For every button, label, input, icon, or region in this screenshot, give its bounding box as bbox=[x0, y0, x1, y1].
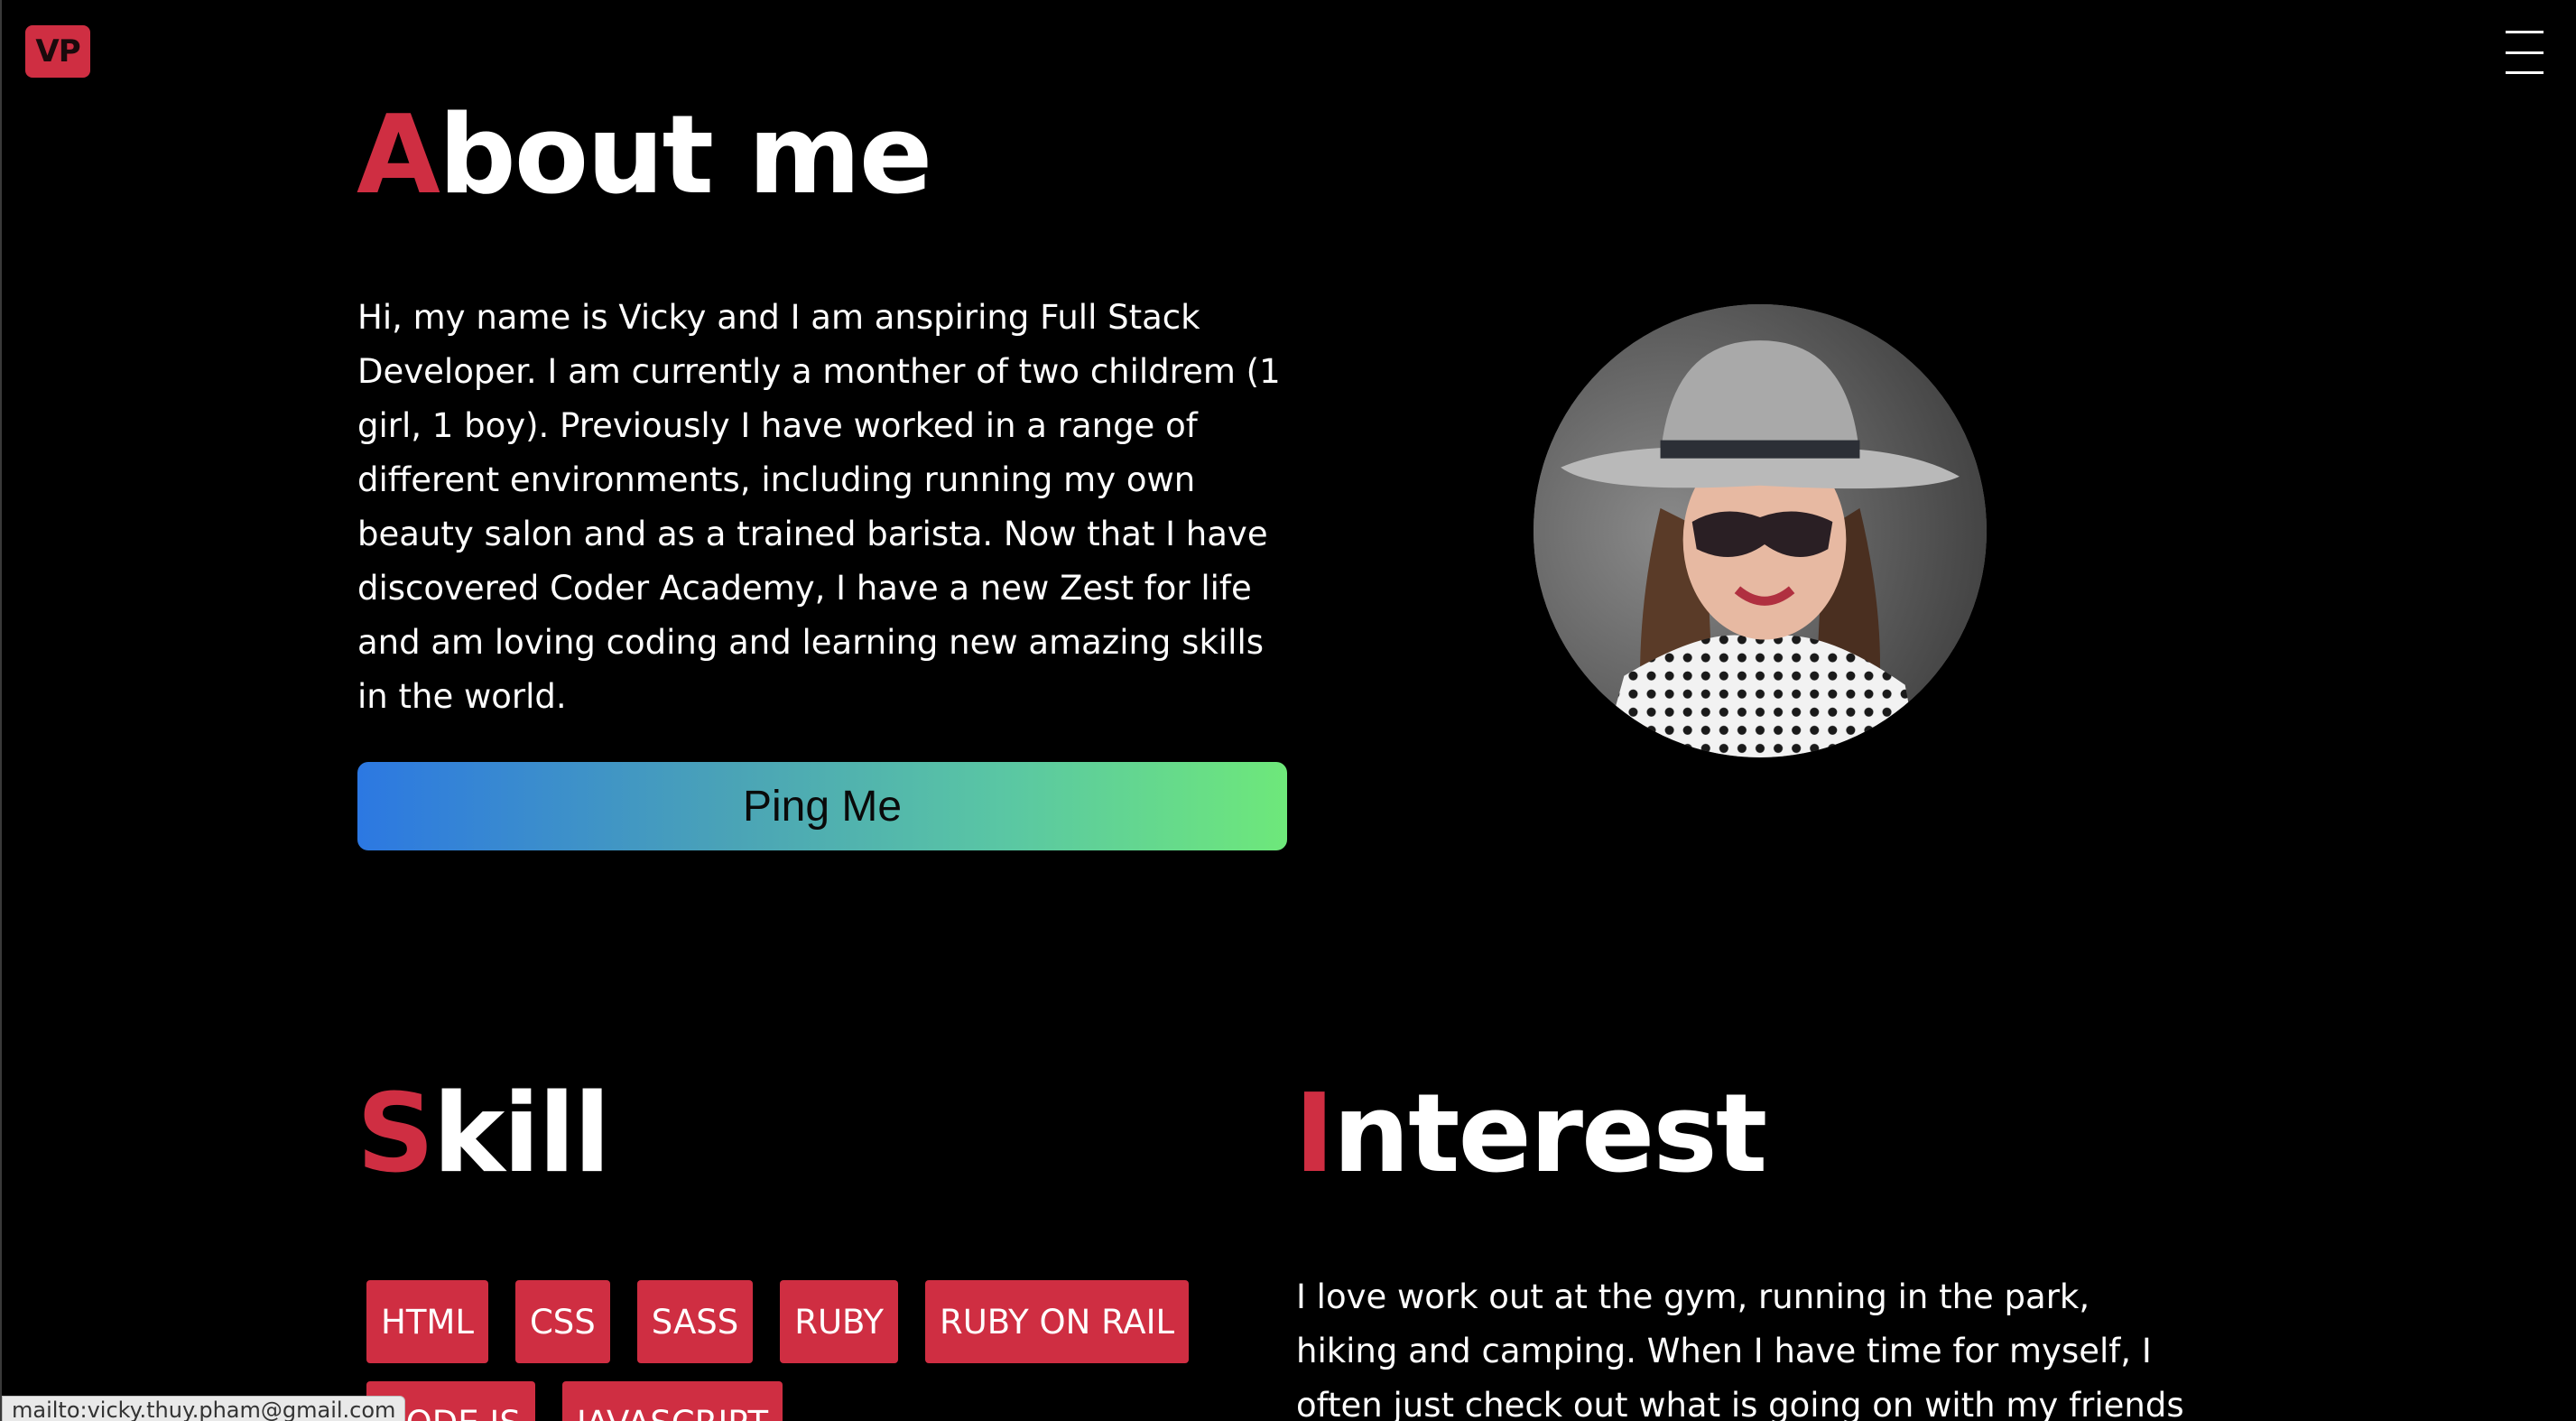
hamburger-menu-icon[interactable] bbox=[2506, 31, 2544, 74]
logo[interactable]: VP bbox=[25, 25, 90, 78]
skill-tag[interactable]: HTML bbox=[366, 1280, 488, 1363]
about-text: Hi, my name is Vicky and I am anspiring … bbox=[357, 298, 1281, 716]
hamburger-line bbox=[2506, 31, 2544, 33]
interest-text: I love work out at the gym, running in t… bbox=[1296, 1277, 2184, 1421]
logo-text: VP bbox=[35, 33, 80, 70]
skill-tag[interactable]: RUBY ON RAIL bbox=[925, 1280, 1190, 1363]
link-status-bar: mailto:vicky.thuy.pham@gmail.com bbox=[2, 1396, 406, 1421]
skill-tag-list: HTML CSS SASS RUBY RUBY ON RAIL NODE JS … bbox=[366, 1280, 1251, 1421]
page: VP About me Hi, my name is Vicky and I a… bbox=[0, 0, 2576, 1421]
skill-tag[interactable]: CSS bbox=[514, 1280, 610, 1363]
about-title: About me bbox=[357, 102, 932, 210]
profile-photo bbox=[1534, 304, 1987, 757]
interest-title-rest: nterest bbox=[1332, 1072, 1768, 1197]
hamburger-line bbox=[2506, 71, 2544, 74]
skill-tag[interactable]: RUBY bbox=[780, 1280, 899, 1363]
skill-title-initial: S bbox=[357, 1072, 434, 1197]
ping-me-button-label: Ping Me bbox=[742, 782, 903, 831]
skill-title: Skill bbox=[357, 1081, 611, 1189]
ping-me-button[interactable]: Ping Me bbox=[357, 762, 1287, 850]
hamburger-line bbox=[2506, 51, 2544, 54]
interest-title-initial: I bbox=[1294, 1072, 1335, 1197]
skill-title-rest: kill bbox=[432, 1072, 610, 1197]
interest-title: Interest bbox=[1294, 1081, 1767, 1189]
avatar bbox=[1534, 304, 1987, 757]
skill-tag[interactable]: JAVASCRIPT bbox=[561, 1381, 783, 1421]
about-title-initial: A bbox=[357, 93, 440, 218]
about-title-rest: bout me bbox=[438, 93, 932, 218]
skill-tag[interactable]: SASS bbox=[636, 1280, 754, 1363]
